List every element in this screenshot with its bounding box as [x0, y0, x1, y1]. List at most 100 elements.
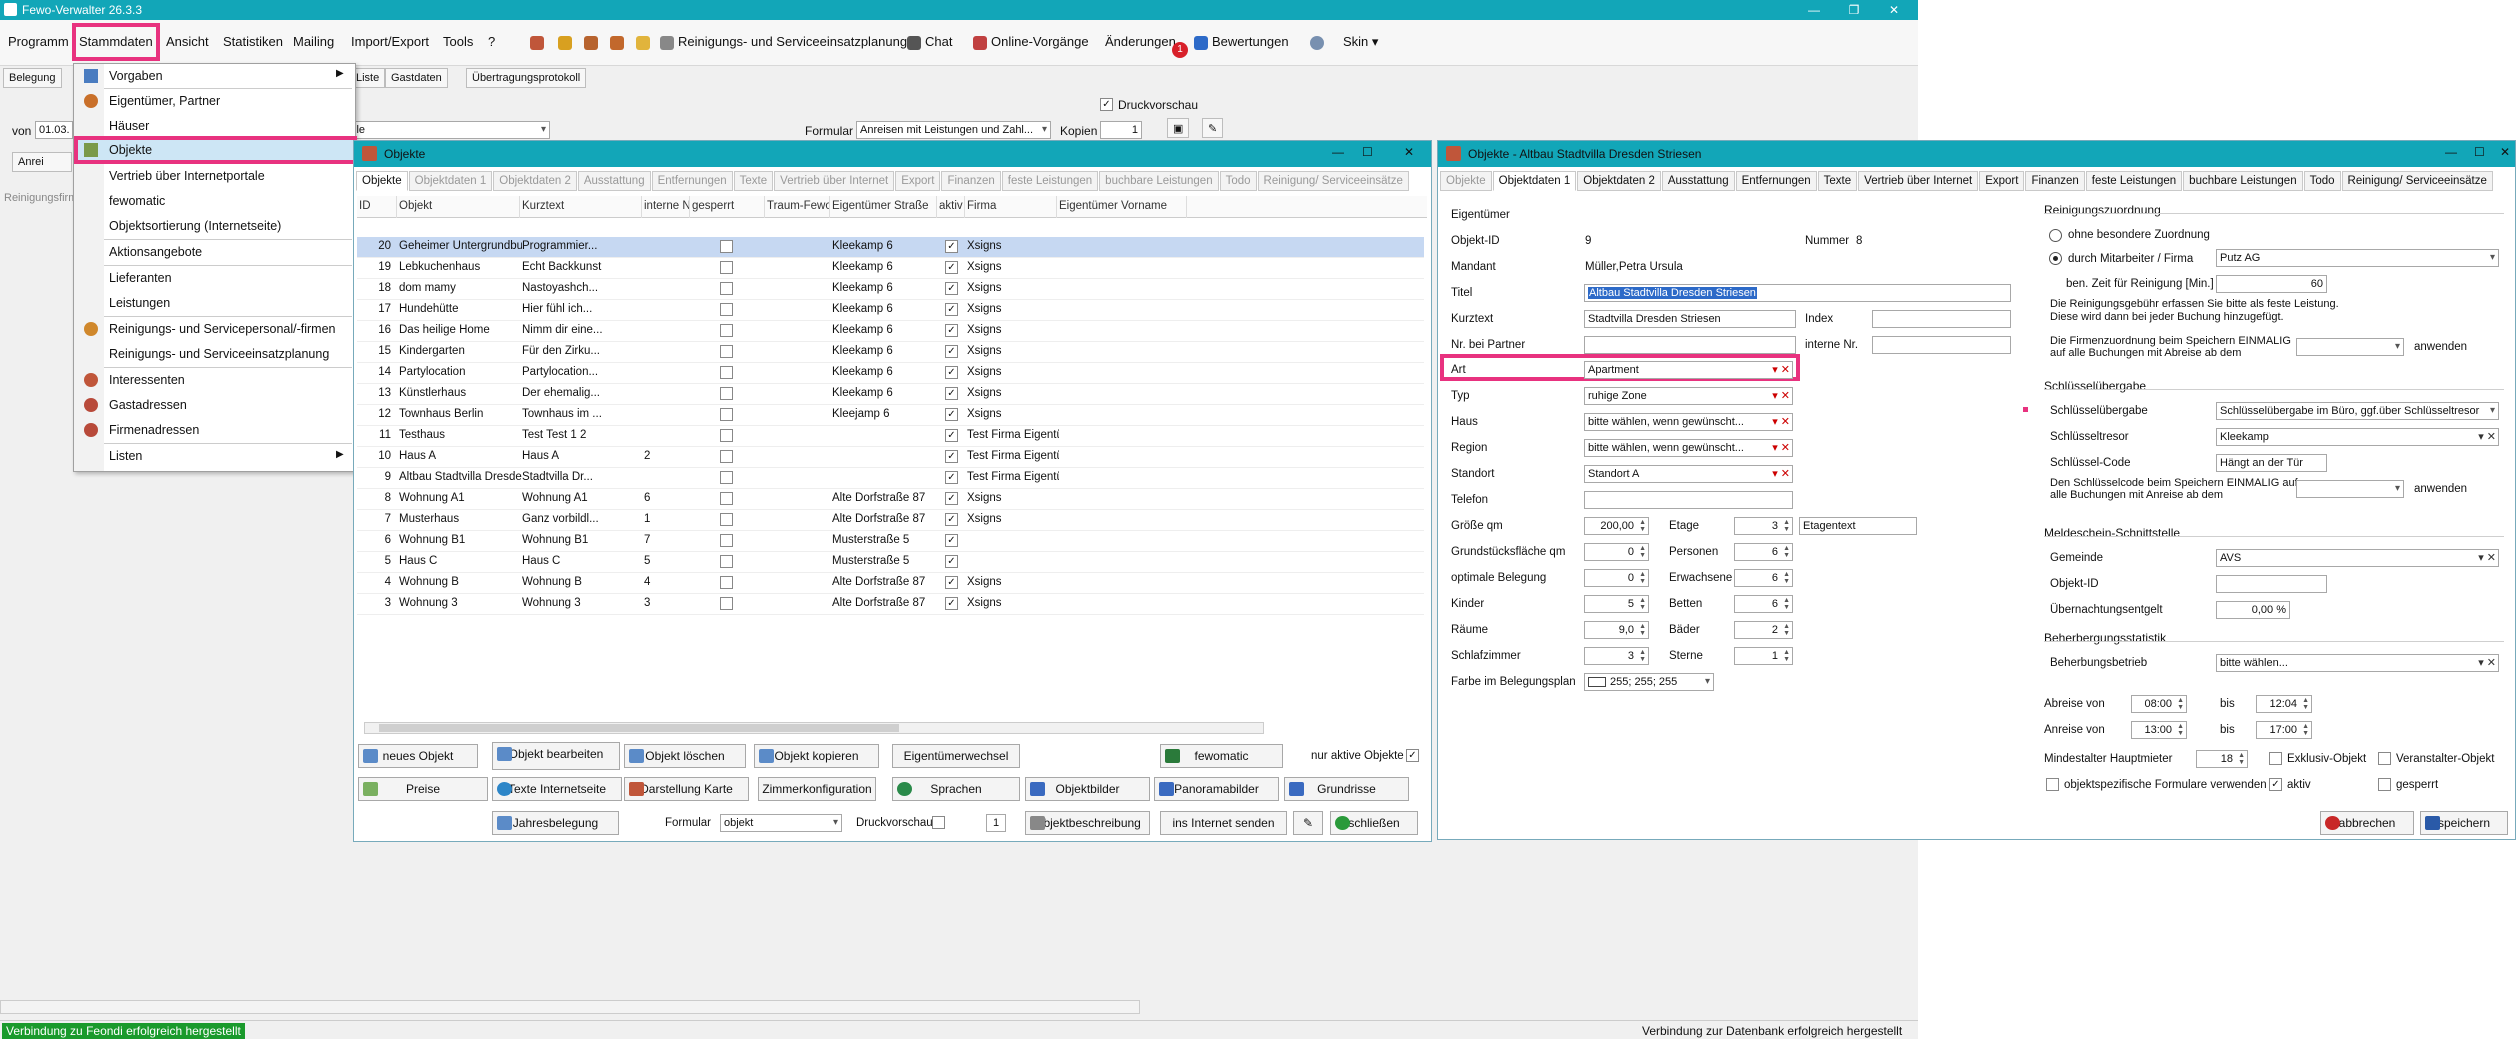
settings-icon[interactable] [1310, 34, 1328, 50]
exklusiv-checkbox[interactable] [2269, 752, 2282, 765]
menu-item-objekte[interactable]: Objekte [74, 136, 357, 164]
maximize-icon[interactable]: ☐ [1362, 145, 1373, 159]
table-row[interactable]: 8 Wohnung A1 Wohnung A1 6 Alte Dorfstraße 87… [357, 489, 1424, 510]
table-row[interactable]: 4 Wohnung B Wohnung B 4 Alte Dorfstraße 87 Xs… [357, 573, 1424, 594]
schlaf-spinner[interactable]: 3 ▲ ▼ [1584, 647, 1649, 665]
tab-todo[interactable]: Todo [1219, 171, 1257, 191]
gesperrt-checkbox[interactable] [720, 513, 733, 526]
gesperrt-checkbox[interactable] [720, 534, 733, 547]
grundrisse-button[interactable]: Grundrisse [1284, 777, 1409, 801]
belegung-spinner[interactable]: 0 ▲ ▼ [1584, 569, 1649, 587]
ins-internet-senden-button[interactable]: ins Internet senden [1160, 811, 1287, 835]
tab-finanzen[interactable]: Finanzen [2025, 171, 2085, 191]
tab-todo[interactable]: Todo [2303, 171, 2341, 191]
panoramabilder-button[interactable]: Panoramabilder [1154, 777, 1279, 801]
uebergabe-combo[interactable]: Schlüsselübergabe im Büro, ggf.über Schl… [2216, 402, 2499, 420]
spinner-arrows-icon[interactable]: ▲ ▼ [1639, 623, 1646, 637]
table-row[interactable]: 19 Lebkuchenhaus Echt Backkunst Kleekamp 6 X… [357, 258, 1424, 279]
spinner-arrows-icon[interactable]: ▲ ▼ [1783, 519, 1790, 533]
jahresbelegung-button[interactable]: Jahresbelegung [492, 811, 619, 835]
anreise-button[interactable]: Anrei [12, 152, 72, 172]
clear-icon[interactable]: ▾ ✕ [1772, 389, 1790, 402]
aktiv-checkbox[interactable]: ✓ [945, 555, 958, 568]
spinner-arrows-icon[interactable]: ▲ ▼ [1639, 519, 1646, 533]
formulare-checkbox[interactable] [2046, 778, 2059, 791]
art-combo[interactable]: Apartment ▾ ✕ [1584, 361, 1793, 379]
table-row[interactable]: 5 Haus C Haus C 5 Musterstraße 5 ✓ [357, 552, 1424, 573]
menu-item-serviceeinsatzplanung[interactable]: Reinigungs- und Serviceeinsatzplanung [109, 347, 329, 361]
groesse-spinner[interactable]: 200,00 ▲ ▼ [1584, 517, 1649, 535]
table-row[interactable]: 12 Townhaus Berlin Townhaus im ... Kleejamp… [357, 405, 1424, 426]
abreise-bis-input[interactable]: 12:04 ▲ ▼ [2256, 695, 2312, 713]
edit-icon[interactable]: ✎ [1202, 118, 1224, 138]
aenderungen-menu[interactable]: Änderungen [1105, 34, 1176, 49]
spinner-arrows-icon[interactable]: ▲ ▼ [1783, 649, 1790, 663]
spinner-arrows-icon[interactable]: ▲ ▼ [2302, 697, 2309, 711]
gesperrt-checkbox[interactable] [720, 261, 733, 274]
tab-vertrieb-über-internet[interactable]: Vertrieb über Internet [774, 171, 895, 191]
gesperrt-checkbox[interactable] [720, 429, 733, 442]
tab-entfernungen[interactable]: Entfernungen [651, 171, 733, 191]
table-row[interactable]: 11 Testhaus Test Test 1 2 Test Firma Eigent… [357, 426, 1424, 447]
tab-objekte[interactable]: Objekte [1440, 171, 1492, 191]
gemeinde-combo[interactable]: AVS ▾ ✕ [2216, 549, 2499, 567]
scroll-thumb[interactable] [379, 724, 899, 732]
close-icon[interactable]: ✕ [1874, 0, 1914, 20]
menu-mailing[interactable]: Mailing [293, 34, 334, 49]
tab-entfernungen[interactable]: Entfernungen [1735, 171, 1817, 191]
farbe-combo[interactable]: 255; 255; 255 [1584, 673, 1714, 691]
interne-nr-input[interactable] [1872, 336, 2011, 354]
baeder-spinner[interactable]: 2 ▲ ▼ [1734, 621, 1793, 639]
menu-stammdaten[interactable]: Stammdaten [72, 23, 160, 61]
close-icon[interactable]: ✕ [2500, 145, 2510, 159]
menu-programm[interactable]: Programm [8, 34, 69, 49]
tab-ausstattung[interactable]: Ausstattung [577, 171, 651, 191]
aktiv-checkbox[interactable]: ✓ [945, 261, 958, 274]
kurztext-input[interactable]: Stadtvilla Dresden Striesen [1584, 310, 1796, 328]
table-row[interactable]: 6 Wohnung B1 Wohnung B1 7 Musterstraße 5 ✓ [357, 531, 1424, 552]
column-header[interactable]: gesperrt [690, 196, 765, 218]
tab-export[interactable]: Export [895, 171, 941, 191]
menu-item-gastadressen[interactable]: Gastadressen [109, 398, 187, 412]
menu-item-haeuser[interactable]: Häuser [109, 119, 149, 133]
reinigungszeit-input[interactable]: 60 [2216, 275, 2327, 293]
column-header[interactable]: Objekt [397, 196, 520, 218]
reinigungsfirma-combo[interactable]: Putz AG [2216, 249, 2499, 267]
gesperrt-checkbox[interactable] [720, 324, 733, 337]
standort-combo[interactable]: Standort A ▾ ✕ [1584, 465, 1793, 483]
menu-item-objektsortierung[interactable]: Objektsortierung (Internetseite) [109, 219, 281, 233]
table-row[interactable]: 14 Partylocation Partylocation... Kleekamp … [357, 363, 1424, 384]
sterne-spinner[interactable]: 1 ▲ ▼ [1734, 647, 1793, 665]
tab-objekte[interactable]: Objekte [356, 171, 408, 191]
aktiv-checkbox[interactable]: ✓ [945, 345, 958, 358]
gesperrt-checkbox[interactable] [720, 345, 733, 358]
nur-aktive-checkbox[interactable]: ✓ [1406, 749, 1419, 762]
clear-icon[interactable]: ▾ ✕ [1772, 441, 1790, 454]
restore-icon[interactable]: ❐ [1834, 0, 1874, 20]
aktiv-checkbox[interactable]: ✓ [945, 492, 958, 505]
tab-texte[interactable]: Texte [733, 171, 774, 191]
tab-export[interactable]: Export [1979, 171, 2025, 191]
table-row[interactable]: 3 Wohnung 3 Wohnung 3 3 Alte Dorfstraße 87 Xs… [357, 594, 1424, 615]
tab-buchbare-leistungen[interactable]: buchbare Leistungen [1099, 171, 1219, 191]
druckvorschau-checkbox[interactable] [932, 816, 945, 829]
entgelt-input[interactable]: 0,00 % [2216, 601, 2290, 619]
tab-vertrieb-über-internet[interactable]: Vertrieb über Internet [1858, 171, 1979, 191]
tab-texte[interactable]: Texte [1817, 171, 1858, 191]
spinner-arrows-icon[interactable]: ▲ ▼ [2238, 752, 2245, 766]
fewomatic-button[interactable]: fewomatic [1160, 744, 1283, 768]
objektbeschreibung-button[interactable]: Objektbeschreibung [1025, 811, 1150, 835]
formular-combo[interactable]: objekt [720, 814, 842, 832]
gesperrt-checkbox[interactable] [720, 387, 733, 400]
tab-finanzen[interactable]: Finanzen [941, 171, 1001, 191]
clear-icon[interactable]: ▾ ✕ [2478, 656, 2496, 669]
aktiv-checkbox[interactable]: ✓ [945, 240, 958, 253]
tab-buchbare-leistungen[interactable]: buchbare Leistungen [2183, 171, 2303, 191]
aktiv-checkbox[interactable]: ✓ [945, 303, 958, 316]
aktiv-checkbox[interactable]: ✓ [945, 450, 958, 463]
haus-combo[interactable]: bitte wählen, wenn gewünscht... ▾ ✕ [1584, 413, 1793, 431]
aktiv-checkbox[interactable]: ✓ [945, 282, 958, 295]
abreise-von-input[interactable]: 08:00 ▲ ▼ [2131, 695, 2187, 713]
abbrechen-button[interactable]: abbrechen [2320, 811, 2414, 835]
mindest-spinner[interactable]: 18 ▲ ▼ [2196, 750, 2248, 768]
